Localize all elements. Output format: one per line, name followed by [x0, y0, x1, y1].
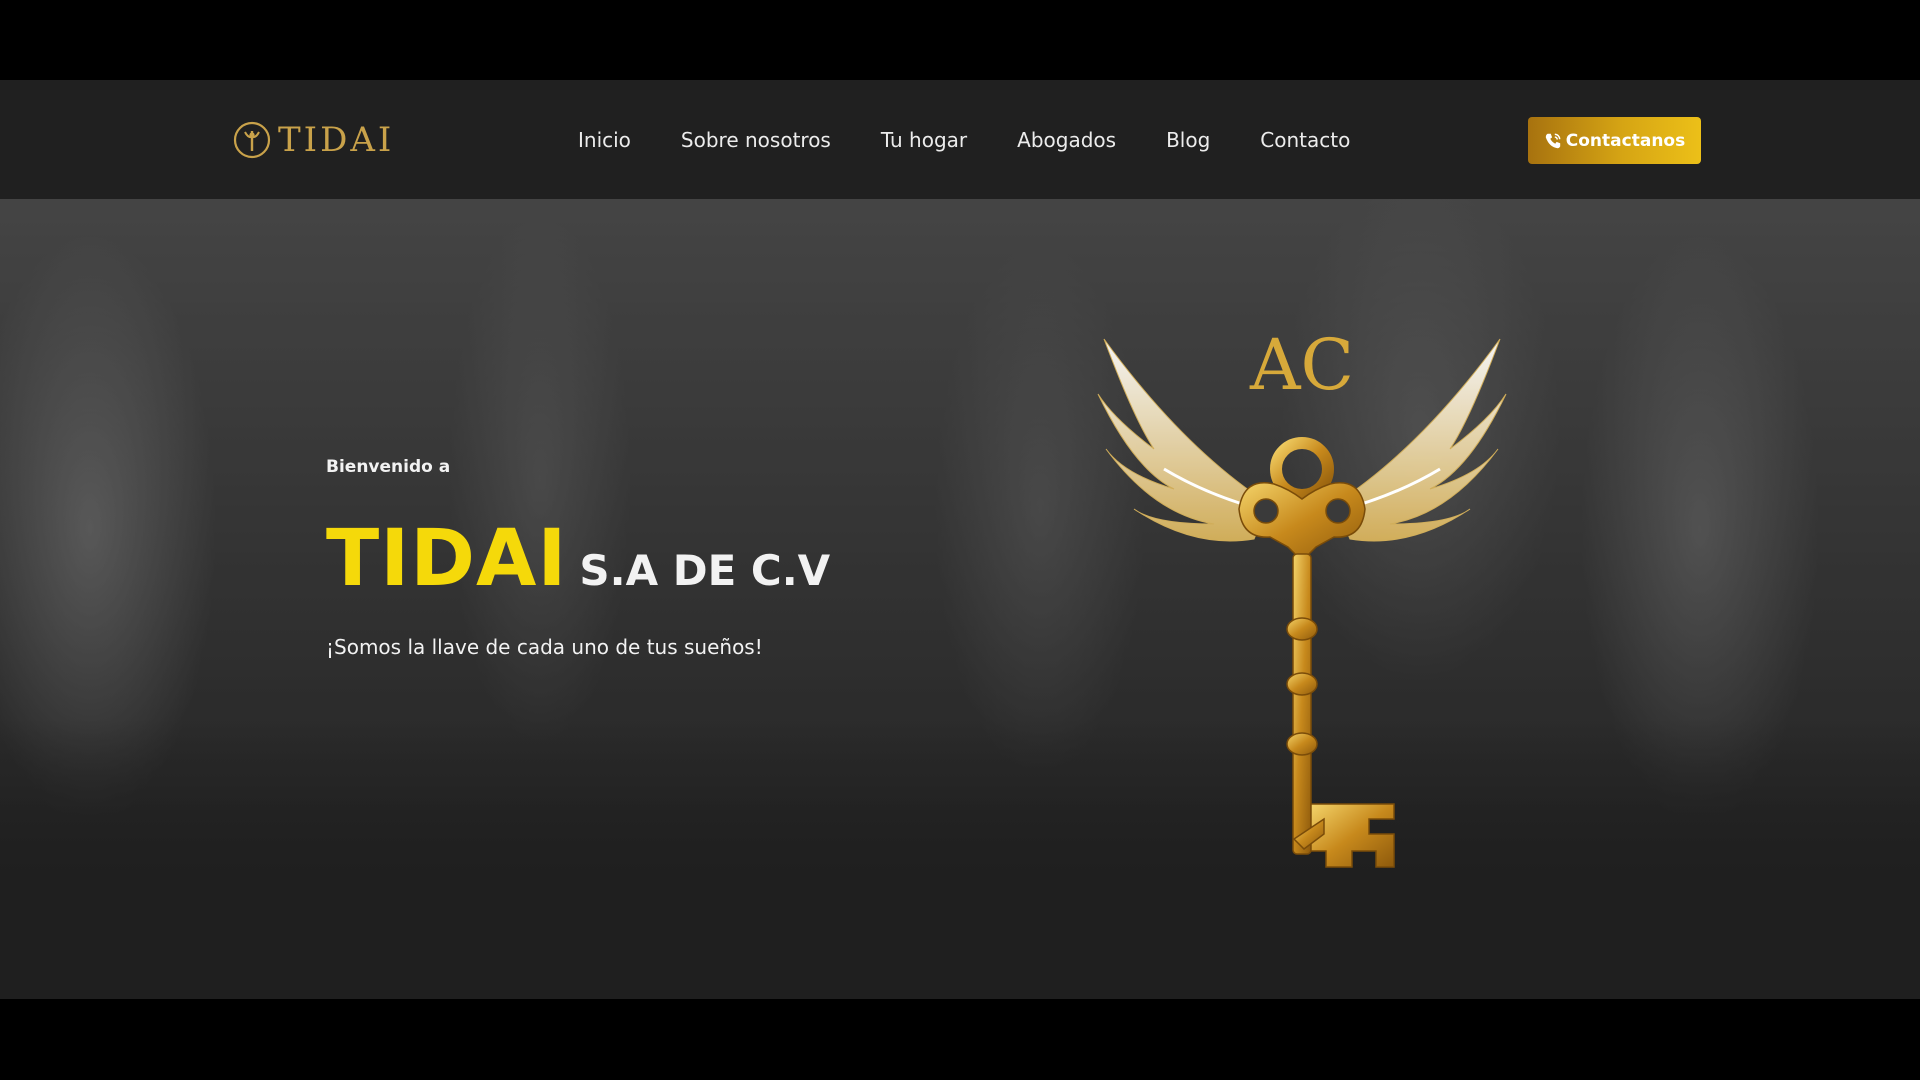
phone-icon: [1545, 133, 1561, 148]
hero-text: Bienvenido a TIDAI S.A DE C.V ¡Somos la …: [326, 457, 830, 659]
contactanos-label: Contactanos: [1565, 130, 1686, 151]
nav-item-abogados[interactable]: Abogados: [1017, 128, 1116, 152]
winged-key-icon: AC: [1097, 324, 1507, 868]
nav-item-blog[interactable]: Blog: [1166, 128, 1210, 152]
video-frame: TIDAI Inicio Sobre nosotros Tu hogar Abo…: [0, 0, 1920, 1080]
website: TIDAI Inicio Sobre nosotros Tu hogar Abo…: [0, 80, 1920, 999]
nav-item-inicio[interactable]: Inicio: [578, 128, 631, 152]
contactanos-button[interactable]: Contactanos: [1528, 117, 1701, 164]
logo[interactable]: TIDAI: [232, 118, 394, 162]
hero-fade: [0, 719, 1920, 876]
hero-section: Bienvenido a TIDAI S.A DE C.V ¡Somos la …: [0, 199, 1920, 876]
hero-title: TIDAI S.A DE C.V: [326, 519, 830, 599]
main-nav: Inicio Sobre nosotros Tu hogar Abogados …: [578, 80, 1400, 199]
navbar: TIDAI Inicio Sobre nosotros Tu hogar Abo…: [0, 80, 1920, 200]
logo-text: TIDAI: [278, 120, 395, 160]
welcome-text: Bienvenido a: [326, 457, 451, 477]
emblem-monogram: AC: [1249, 324, 1354, 406]
nav-item-sobre-nosotros[interactable]: Sobre nosotros: [681, 128, 831, 152]
brand-title: TIDAI: [326, 514, 568, 604]
section-divider: [0, 876, 1920, 999]
tidai-key-circle-icon: [233, 121, 271, 159]
nav-item-tu-hogar[interactable]: Tu hogar: [881, 128, 967, 152]
nav-item-contacto[interactable]: Contacto: [1260, 128, 1350, 152]
brand-suffix: S.A DE C.V: [579, 546, 831, 595]
hero-tagline: ¡Somos la llave de cada uno de tus sueño…: [326, 635, 763, 659]
